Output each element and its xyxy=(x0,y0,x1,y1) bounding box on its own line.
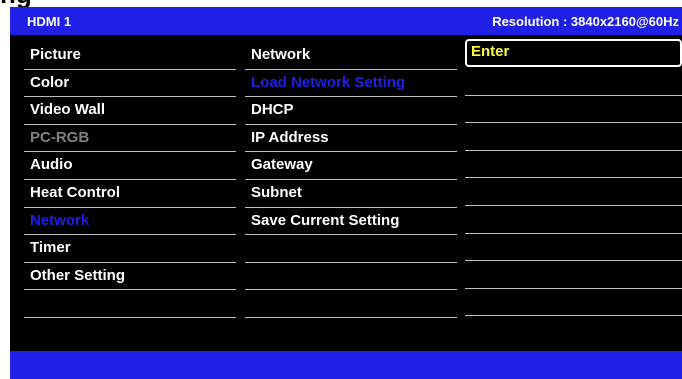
submenu-item-gateway[interactable]: Gateway xyxy=(245,152,457,180)
menu-item-video-wall[interactable]: Video Wall xyxy=(24,97,236,125)
submenu-item-network[interactable]: Network xyxy=(245,42,457,70)
menu-item-picture[interactable]: Picture xyxy=(24,42,236,70)
submenu-item-subnet[interactable]: Subnet xyxy=(245,180,457,208)
menu-item-network[interactable]: Network xyxy=(24,208,236,236)
menu-item-pc-rgb: PC-RGB xyxy=(24,125,236,153)
value-row-empty xyxy=(465,96,682,124)
submenu-item-dhcp[interactable]: DHCP xyxy=(245,97,457,125)
menu-item-audio[interactable]: Audio xyxy=(24,152,236,180)
submenu-item-empty xyxy=(245,263,457,291)
submenu-item-save-current-setting[interactable]: Save Current Setting xyxy=(245,208,457,236)
menu-item-heat-control[interactable]: Heat Control xyxy=(24,180,236,208)
menu-item-other-setting[interactable]: Other Setting xyxy=(24,263,236,291)
value-row-empty xyxy=(465,151,682,179)
submenu-item-load-network-setting[interactable]: Load Network Setting xyxy=(245,70,457,98)
submenu-item-empty xyxy=(245,235,457,263)
value-row-empty xyxy=(465,234,682,262)
value-row-empty xyxy=(465,123,682,151)
menu-item-empty xyxy=(24,290,236,318)
header-bar: HDMI 1 Resolution : 3840x2160@60Hz xyxy=(10,7,682,35)
enter-button[interactable]: Enter xyxy=(465,39,682,67)
osd-screen: HDMI 1 Resolution : 3840x2160@60Hz Pictu… xyxy=(10,7,682,379)
menu-item-color[interactable]: Color xyxy=(24,70,236,98)
network-submenu: Network Load Network Setting DHCP IP Add… xyxy=(245,42,457,318)
submenu-item-empty xyxy=(245,290,457,318)
menu-item-timer[interactable]: Timer xyxy=(24,235,236,263)
value-row-empty xyxy=(465,261,682,289)
value-column: Enter xyxy=(465,39,682,317)
input-source-label: HDMI 1 xyxy=(27,14,72,29)
submenu-item-ip-address[interactable]: IP Address xyxy=(245,125,457,153)
resolution-label: Resolution : 3840x2160@60Hz xyxy=(492,14,679,29)
value-row-empty xyxy=(465,178,682,206)
main-menu: Picture Color Video Wall PC-RGB Audio He… xyxy=(24,42,236,318)
value-row-empty xyxy=(465,68,682,96)
footer-bar xyxy=(10,351,682,379)
value-row-empty xyxy=(465,289,682,317)
value-row-empty xyxy=(465,206,682,234)
